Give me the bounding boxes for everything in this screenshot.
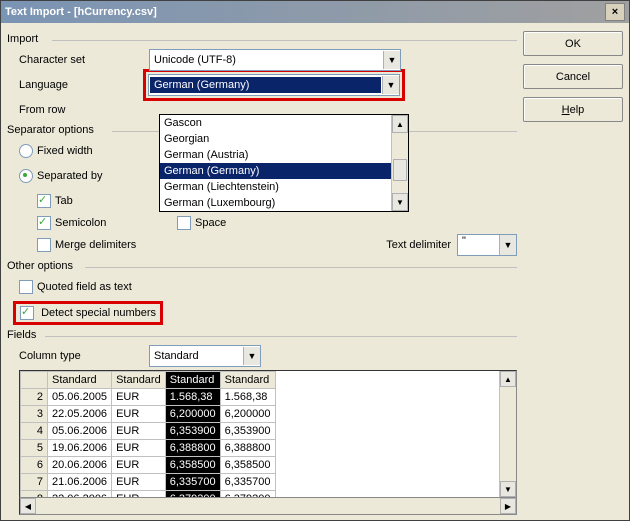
- cell[interactable]: 6,358500: [220, 457, 275, 474]
- table-row: 322.05.2006EUR6,2000006,200000: [21, 406, 276, 423]
- chevron-down-icon[interactable]: ▼: [243, 347, 260, 365]
- cell[interactable]: 21.06.2006: [48, 474, 112, 491]
- column-header[interactable]: Standard: [165, 372, 220, 389]
- dialog-text-import: Text Import - [hCurrency.csv] × Import C…: [0, 0, 630, 521]
- cell[interactable]: 05.06.2005: [48, 389, 112, 406]
- chevron-down-icon[interactable]: ▼: [382, 76, 399, 94]
- cell[interactable]: 6,335700: [220, 474, 275, 491]
- highlight-language: German (Germany) ▼: [143, 69, 405, 101]
- column-type-label: Column type: [19, 350, 149, 362]
- semicolon-checkbox[interactable]: [37, 216, 51, 230]
- cell[interactable]: EUR: [112, 474, 166, 491]
- detect-numbers-checkbox[interactable]: [20, 306, 34, 320]
- cell[interactable]: EUR: [112, 440, 166, 457]
- group-fields: Fields: [7, 329, 517, 341]
- charset-label: CCharacter setharacter set: [19, 54, 149, 66]
- detect-numbers-label: Detect special numbers: [41, 307, 156, 319]
- cell[interactable]: 1.568,38: [165, 389, 220, 406]
- scroll-down-icon[interactable]: ▼: [392, 193, 408, 211]
- column-header[interactable]: Standard: [112, 372, 166, 389]
- language-dropdown[interactable]: GasconGeorgianGerman (Austria)German (Ge…: [159, 114, 409, 212]
- column-type-combo[interactable]: Standard ▼: [149, 345, 261, 367]
- tab-checkbox[interactable]: [37, 194, 51, 208]
- table-row: 721.06.2006EUR6,3357006,335700: [21, 474, 276, 491]
- language-option[interactable]: Gascon: [160, 115, 408, 131]
- cell[interactable]: 6,200000: [165, 406, 220, 423]
- chevron-down-icon[interactable]: ▼: [383, 51, 400, 69]
- language-option[interactable]: Georgian: [160, 131, 408, 147]
- language-option[interactable]: German (Austria): [160, 147, 408, 163]
- scroll-left-icon[interactable]: ◀: [20, 498, 36, 514]
- cell[interactable]: 6,200000: [220, 406, 275, 423]
- language-option[interactable]: German (Luxembourg): [160, 195, 408, 211]
- scroll-up-icon[interactable]: ▲: [500, 371, 516, 387]
- scroll-up-icon[interactable]: ▲: [392, 115, 408, 133]
- space-label: Space: [195, 217, 226, 229]
- table-row: 620.06.2006EUR6,3585006,358500: [21, 457, 276, 474]
- language-combo[interactable]: German (Germany) ▼: [148, 74, 400, 96]
- chevron-down-icon[interactable]: ▼: [499, 235, 516, 255]
- text-delimiter-label: Text delimiterText delimiter: [386, 239, 451, 251]
- preview-grid[interactable]: StandardStandardStandardStandard205.06.2…: [19, 370, 517, 498]
- semicolon-label: Semicolon: [55, 217, 106, 229]
- language-option[interactable]: German (Liechtenstein): [160, 179, 408, 195]
- scroll-right-icon[interactable]: ▶: [500, 498, 516, 514]
- highlight-detect: Detect special numbers: [13, 301, 163, 325]
- cell[interactable]: 05.06.2006: [48, 423, 112, 440]
- cell[interactable]: 6,353900: [165, 423, 220, 440]
- space-checkbox[interactable]: [177, 216, 191, 230]
- ok-button[interactable]: OK: [523, 31, 623, 56]
- cell[interactable]: 6.379200: [165, 491, 220, 498]
- charset-combo[interactable]: Unicode (UTF-8) ▼: [149, 49, 401, 71]
- text-delimiter-combo[interactable]: " ▼: [457, 234, 517, 256]
- cell[interactable]: EUR: [112, 423, 166, 440]
- table-row: 405.06.2006EUR6,3539006,353900: [21, 423, 276, 440]
- cell[interactable]: 6,335700: [165, 474, 220, 491]
- table-row: 205.06.2005EUR1.568,381.568,38: [21, 389, 276, 406]
- separated-by-radio[interactable]: [19, 169, 33, 183]
- column-header[interactable]: Standard: [220, 372, 275, 389]
- tab-label: TabTab: [55, 195, 73, 207]
- language-option[interactable]: German (Germany): [160, 163, 408, 179]
- fixed-width-label: Fixed widthFixed width: [37, 145, 93, 157]
- table-row: 519.06.2006EUR6,3888006,388800: [21, 440, 276, 457]
- dropdown-scrollbar[interactable]: ▲ ▼: [391, 115, 408, 211]
- cell[interactable]: 1.568,38: [220, 389, 275, 406]
- scroll-thumb[interactable]: [393, 159, 407, 181]
- cell[interactable]: 22.05.2006: [48, 406, 112, 423]
- column-header[interactable]: Standard: [48, 372, 112, 389]
- cell[interactable]: 6,388800: [165, 440, 220, 457]
- cell[interactable]: EUR: [112, 389, 166, 406]
- quoted-checkbox[interactable]: [19, 280, 33, 294]
- cell[interactable]: EUR: [112, 406, 166, 423]
- quoted-label: Quoted field as text: [37, 281, 132, 293]
- table-row: 822.06.2006EUR6.3792006.379200: [21, 491, 276, 498]
- language-label: Language: [19, 79, 149, 91]
- separated-by-label: Separated bySeparated by: [37, 170, 102, 182]
- cell[interactable]: 19.06.2006: [48, 440, 112, 457]
- fixed-width-radio[interactable]: [19, 144, 33, 158]
- cell[interactable]: 6,388800: [220, 440, 275, 457]
- scroll-down-icon[interactable]: ▼: [500, 481, 516, 497]
- cell[interactable]: 6.379200: [220, 491, 275, 498]
- cell[interactable]: EUR: [112, 491, 166, 498]
- help-button[interactable]: HelpHelp: [523, 97, 623, 122]
- fromrow-label: From row: [19, 104, 149, 116]
- window-title: Text Import - [hCurrency.csv]: [5, 6, 605, 18]
- cancel-button[interactable]: Cancel: [523, 64, 623, 89]
- merge-label: Merge delimiters: [55, 239, 136, 251]
- group-import: Import: [7, 33, 517, 45]
- preview-vscroll[interactable]: ▲ ▼: [499, 371, 516, 497]
- cell[interactable]: EUR: [112, 457, 166, 474]
- cell[interactable]: 20.06.2006: [48, 457, 112, 474]
- cell[interactable]: 22.06.2006: [48, 491, 112, 498]
- group-other: Other options: [7, 260, 517, 272]
- cell[interactable]: 6,353900: [220, 423, 275, 440]
- cell[interactable]: 6,358500: [165, 457, 220, 474]
- close-button[interactable]: ×: [605, 3, 625, 21]
- merge-checkbox[interactable]: [37, 238, 51, 252]
- preview-hscroll[interactable]: ◀ ▶: [19, 498, 517, 515]
- titlebar: Text Import - [hCurrency.csv] ×: [1, 1, 629, 23]
